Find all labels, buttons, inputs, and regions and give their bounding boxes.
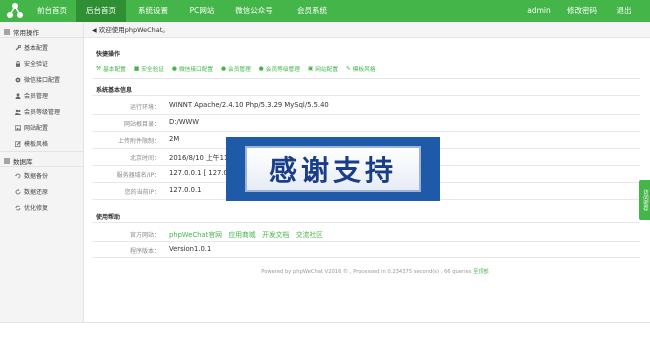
change-password-link[interactable]: 修改密码: [564, 0, 600, 22]
nav-member-system[interactable]: 会员系统: [290, 0, 334, 22]
info-value-root: D:/WWW: [169, 118, 199, 126]
floating-side-tab[interactable]: 访问密存: [639, 180, 650, 220]
users-icon: [15, 109, 21, 115]
nav-frontend-home[interactable]: 前台首页: [30, 0, 74, 22]
undo-icon: [15, 173, 21, 178]
sysinfo-title: 系统基本信息: [96, 87, 133, 94]
nav-backend-home[interactable]: 后台首页: [76, 0, 126, 22]
info-label-upload: 上传附件限制：: [117, 138, 160, 145]
settings-icon: ●: [171, 65, 177, 72]
top-navbar: 前台首页 后台首页 系统设置 PC网站 微信公众号 会员系统 admin 修改密…: [0, 0, 650, 22]
help-official-label: 官方网站：: [129, 232, 160, 239]
sidebar-item-backup[interactable]: 数据备份: [15, 171, 48, 180]
info-label-time: 北京时间：: [129, 155, 160, 162]
image-icon: ▣: [307, 65, 314, 72]
wrench-icon: ⚒: [96, 65, 102, 72]
sidebar-group-database[interactable]: 数据库: [4, 156, 33, 166]
info-value-env: WINNT Apache/2.4.10 Php/5.3.29 MySql/5.5…: [169, 101, 329, 109]
list-icon: [4, 29, 10, 35]
nav-system-settings[interactable]: 系统设置: [130, 0, 176, 22]
nav-pc-site[interactable]: PC网站: [182, 0, 222, 22]
help-links: phpWeChat官网 应用商城 开发文档 交流社区: [169, 229, 323, 239]
quick-security[interactable]: ■ 安全验证: [133, 64, 164, 74]
info-label-env: 运行环境：: [129, 104, 160, 111]
welcome-text: 欢迎使用phpWeChat。: [98, 26, 169, 34]
info-label-ip: 您的当前IP：: [124, 189, 160, 196]
logo-icon: [7, 3, 23, 18]
sidebar-item-members[interactable]: 会员管理: [15, 91, 48, 100]
thanks-banner: 感谢支持: [226, 137, 440, 201]
info-value-upload: 2M: [169, 135, 180, 143]
sidebar-item-optimize[interactable]: 优化修复: [15, 203, 48, 212]
lock-icon: [16, 60, 20, 67]
lock-icon: ■: [133, 65, 140, 72]
sidebar-group-label: 数据库: [13, 158, 33, 166]
sidebar-item-template-style[interactable]: 模板风格: [15, 139, 48, 148]
wrench-icon: [15, 44, 21, 50]
sidebar-item-security[interactable]: 安全验证: [15, 59, 48, 68]
info-label-domain: 服务器域名/IP：: [116, 172, 160, 179]
quick-ops-row: ⚒ 基本配置 ■ 安全验证 ● 微信接口配置 ● 会员管理 ● 会员等级管理 ▣ 网站配置 …: [96, 64, 376, 74]
info-value-time: 2016/8/10 上午11: [169, 154, 229, 162]
info-value-ip: 127.0.0.1: [169, 186, 202, 194]
welcome-bar: ◀ 欢迎使用phpWeChat。: [84, 22, 650, 38]
sidebar-group-common[interactable]: 常用操作: [4, 27, 39, 37]
sidebar: 常用操作 基本配置 安全验证 微信接口配置 会员管理 会员等级管理 网站配置 模…: [0, 22, 84, 322]
sidebar-item-basic-config[interactable]: 基本配置: [15, 43, 48, 52]
help-title: 使用帮助: [96, 214, 121, 221]
user-icon: ●: [221, 65, 227, 72]
speaker-icon: ◀: [92, 27, 97, 34]
footer-text: Powered by phpWeChat V2016 © , Processed…: [261, 269, 472, 275]
help-version-value: Version1.0.1: [169, 245, 212, 253]
quick-site-config[interactable]: ▣ 网站配置: [307, 64, 338, 74]
quick-template-style[interactable]: ✎ 模板风格: [346, 64, 376, 74]
link-community[interactable]: 交流社区: [296, 231, 323, 239]
quick-basic-config[interactable]: ⚒ 基本配置: [96, 64, 126, 74]
sidebar-group-label: 常用操作: [13, 29, 39, 37]
link-official-site[interactable]: phpWeChat官网: [169, 231, 222, 239]
refresh-icon: [15, 188, 21, 194]
link-dev-docs[interactable]: 开发文档: [262, 231, 289, 239]
list-icon: [4, 158, 10, 164]
edit-icon: ✎: [346, 65, 351, 72]
nav-user[interactable]: admin: [522, 0, 556, 22]
edit-icon: [15, 140, 21, 147]
info-value-domain: 127.0.0.1 [ 127.0.0: [169, 169, 235, 177]
quick-ops-title: 快捷操作: [96, 51, 121, 58]
quick-member-levels[interactable]: ● 会员等级管理: [258, 64, 300, 74]
help-version-label: 程序版本：: [129, 248, 160, 255]
sidebar-item-site-config[interactable]: 网站配置: [15, 123, 48, 132]
back-to-top-link[interactable]: 至顶部: [473, 269, 489, 275]
sidebar-item-wechat-api[interactable]: 微信接口配置: [15, 75, 60, 84]
footer: Powered by phpWeChat V2016 © , Processed…: [250, 268, 500, 276]
quick-members[interactable]: ● 会员管理: [221, 64, 251, 74]
logout-link[interactable]: 退出: [612, 0, 636, 22]
sidebar-item-member-levels[interactable]: 会员等级管理: [15, 107, 60, 116]
thanks-text: 感谢支持: [245, 146, 421, 192]
quick-wechat-api[interactable]: ● 微信接口配置: [171, 64, 213, 74]
link-app-store[interactable]: 应用商城: [228, 231, 255, 239]
nav-wechat[interactable]: 微信公众号: [228, 0, 280, 22]
sync-icon: [15, 205, 21, 210]
image-icon: [15, 124, 21, 131]
sidebar-item-restore[interactable]: 数据还原: [15, 187, 48, 196]
info-label-root: 网站根目录：: [123, 121, 160, 128]
settings-icon: [15, 77, 21, 82]
users-icon: ●: [258, 65, 264, 72]
user-icon: [15, 92, 21, 99]
